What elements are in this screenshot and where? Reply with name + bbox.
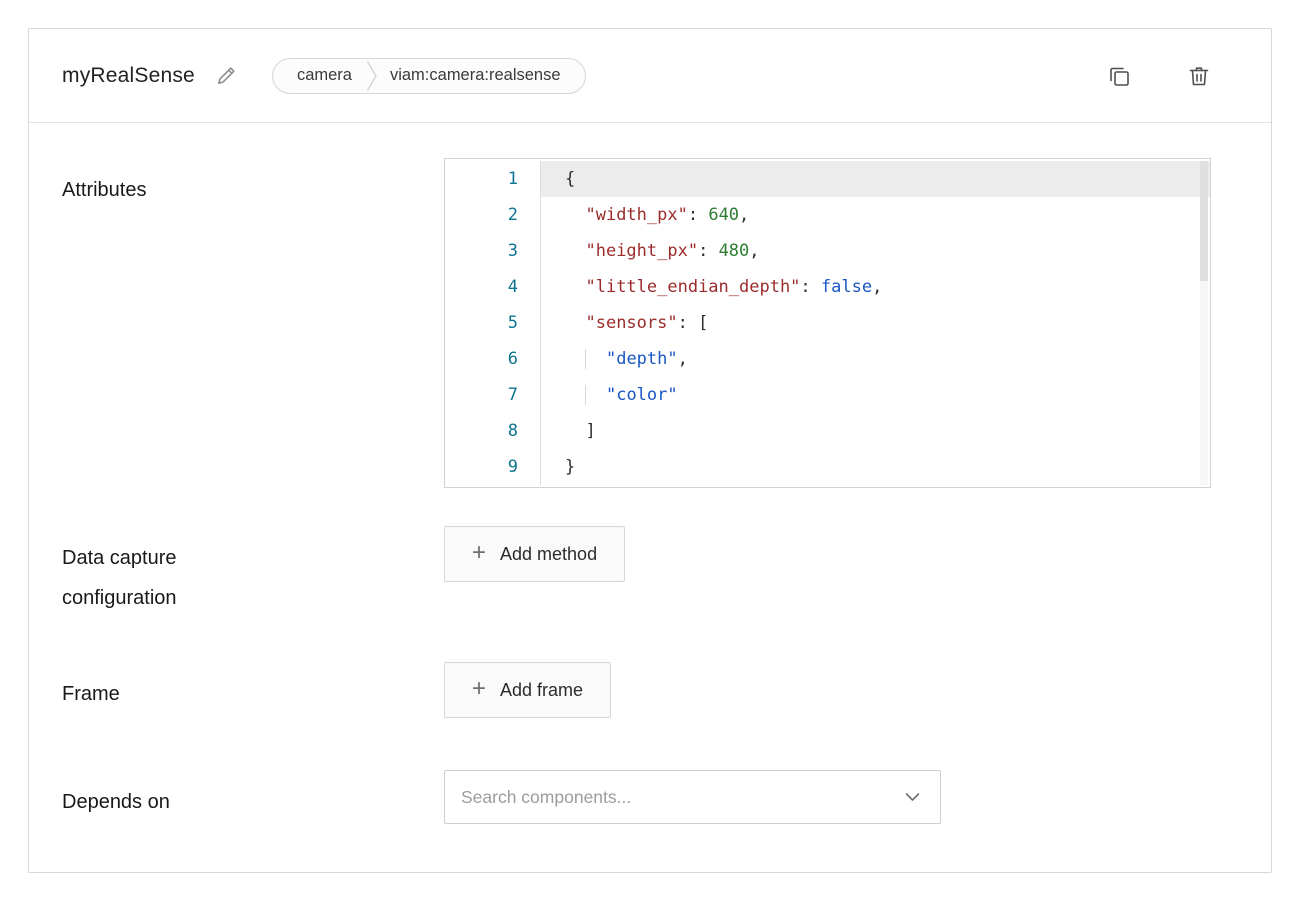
line-number: 8 <box>445 413 518 449</box>
code-line[interactable]: "height_px": 480, <box>541 233 1210 269</box>
component-card: myRealSense camera viam:camera:realsense <box>28 28 1272 873</box>
card-body: Attributes 123456789 { "width_px": 640, … <box>29 158 1271 824</box>
duplicate-button[interactable] <box>1103 60 1135 92</box>
code-line[interactable]: } <box>541 449 1210 485</box>
add-frame-button[interactable]: + Add frame <box>444 662 611 718</box>
frame-content: + Add frame <box>444 662 611 718</box>
line-number: 7 <box>445 377 518 413</box>
data-capture-label: Data capture configuration <box>29 526 444 618</box>
line-number: 1 <box>445 161 518 197</box>
code-line[interactable]: "depth", <box>541 341 1210 377</box>
depends-on-select[interactable] <box>444 770 941 824</box>
duplicate-icon <box>1107 64 1131 88</box>
depends-on-content <box>444 770 941 824</box>
add-method-button[interactable]: + Add method <box>444 526 625 582</box>
depends-on-row: Depends on <box>29 770 1271 824</box>
card-header: myRealSense camera viam:camera:realsense <box>29 29 1271 123</box>
add-frame-label: Add frame <box>500 680 583 701</box>
add-method-label: Add method <box>500 544 597 565</box>
code-line[interactable]: "width_px": 640, <box>541 197 1210 233</box>
line-number: 4 <box>445 269 518 305</box>
trash-icon <box>1187 64 1211 88</box>
line-number: 9 <box>445 449 518 485</box>
plus-icon: + <box>472 541 486 565</box>
attributes-content: 123456789 { "width_px": 640, "height_px"… <box>444 158 1211 488</box>
breadcrumb: camera viam:camera:realsense <box>272 58 586 94</box>
editor-scrollbar[interactable] <box>1200 161 1208 485</box>
line-number: 2 <box>445 197 518 233</box>
attributes-row: Attributes 123456789 { "width_px": 640, … <box>29 158 1271 488</box>
frame-row: Frame + Add frame <box>29 662 1271 718</box>
rename-button[interactable] <box>211 60 242 91</box>
delete-button[interactable] <box>1183 60 1215 92</box>
breadcrumb-type: camera <box>273 66 366 85</box>
attributes-label: Attributes <box>29 158 444 488</box>
code-lines: { "width_px": 640, "height_px": 480, "li… <box>541 161 1210 485</box>
line-number: 6 <box>445 341 518 377</box>
plus-icon: + <box>472 677 486 701</box>
data-capture-row: Data capture configuration + Add method <box>29 526 1271 618</box>
attributes-editor[interactable]: 123456789 { "width_px": 640, "height_px"… <box>444 158 1211 488</box>
depends-on-search-input[interactable] <box>445 771 940 823</box>
code-line[interactable]: { <box>541 161 1210 197</box>
code-line[interactable]: "sensors": [ <box>541 305 1210 341</box>
depends-on-label: Depends on <box>29 770 444 824</box>
code-line[interactable]: "color" <box>541 377 1210 413</box>
breadcrumb-model: viam:camera:realsense <box>378 66 585 85</box>
code-line[interactable]: ] <box>541 413 1210 449</box>
editor-gutter: 123456789 <box>445 161 541 485</box>
component-name: myRealSense <box>62 64 195 88</box>
scrollbar-thumb[interactable] <box>1200 161 1208 281</box>
line-number: 3 <box>445 233 518 269</box>
data-capture-content: + Add method <box>444 526 625 618</box>
chevron-right-icon <box>366 59 378 93</box>
pencil-icon <box>215 64 238 87</box>
frame-label: Frame <box>29 662 444 718</box>
code-line[interactable]: "little_endian_depth": false, <box>541 269 1210 305</box>
line-number: 5 <box>445 305 518 341</box>
